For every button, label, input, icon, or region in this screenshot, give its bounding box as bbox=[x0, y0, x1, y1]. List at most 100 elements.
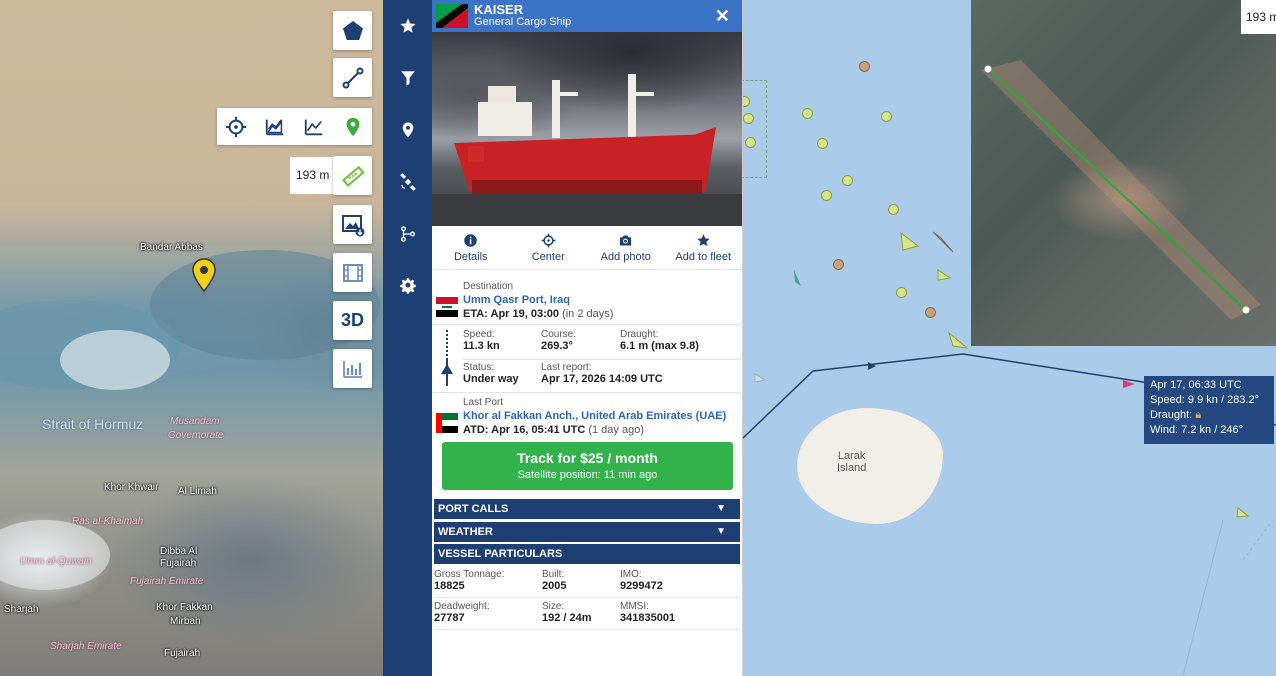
destination-link[interactable]: Umm Qasr Port, Iraq bbox=[463, 294, 570, 306]
gross-tonnage-value: 18825 bbox=[434, 580, 465, 592]
vessel-actions: Details Center Add photo Add to fleet bbox=[432, 226, 742, 270]
destination-section: Destination Umm Qasr Port, Iraq ETA: Apr… bbox=[432, 277, 743, 325]
tooltip-speed: Speed: 9.9 kn / 283.2° bbox=[1150, 394, 1259, 406]
crosshair-button[interactable] bbox=[225, 116, 247, 138]
film-icon bbox=[342, 263, 363, 282]
vessel-marker[interactable] bbox=[859, 61, 870, 72]
add-photo-label: Add photo bbox=[600, 250, 651, 263]
vessel-marker[interactable] bbox=[888, 204, 899, 215]
map-pin-icon bbox=[402, 122, 413, 138]
track-point-tooltip: Apr 17, 06:33 UTC Speed: 9.9 kn / 283.2°… bbox=[1144, 376, 1274, 444]
film-button[interactable] bbox=[333, 253, 372, 292]
sidebar bbox=[383, 0, 432, 676]
vessel-marker[interactable] bbox=[745, 137, 756, 148]
vessel-marker[interactable] bbox=[881, 111, 892, 122]
gross-tonnage-label: Gross Tonnage: bbox=[434, 569, 505, 580]
vessel-marker[interactable] bbox=[743, 113, 754, 124]
measure-line-button[interactable] bbox=[333, 58, 372, 97]
sidebar-item-ports[interactable] bbox=[383, 104, 432, 156]
speed-label: Speed: bbox=[463, 329, 495, 340]
vessel-particulars-section[interactable]: VESSEL PARTICULARS bbox=[434, 544, 740, 564]
map-label-fujairah: Fujairah bbox=[160, 558, 197, 569]
map-label-fujairah-emirate: Fujairah Emirate bbox=[130, 576, 204, 587]
crosshair-icon bbox=[226, 116, 247, 137]
vessel-marker[interactable] bbox=[842, 175, 853, 186]
filter-icon bbox=[400, 71, 415, 86]
map-label-umm-al-quwain: Umm al-Quwain bbox=[20, 556, 92, 567]
route-icon bbox=[400, 226, 415, 242]
larak-island bbox=[797, 408, 943, 524]
close-icon[interactable]: ✕ bbox=[715, 6, 730, 27]
map-label-dibba: Dibba Al bbox=[160, 546, 198, 557]
vessel-marker[interactable] bbox=[802, 108, 813, 119]
vessel-marker[interactable] bbox=[896, 287, 907, 298]
statistics-button[interactable] bbox=[333, 349, 372, 388]
vessel-map[interactable]: Larak Island 193 m Apr 17, 06:33 UTC Spe… bbox=[743, 0, 1276, 676]
atd-label: ATD: bbox=[463, 424, 489, 436]
sidebar-item-settings[interactable] bbox=[383, 260, 432, 312]
satellite-map[interactable]: Bandar Abbas Strait of Hormuz Musandam G… bbox=[0, 0, 383, 676]
map-label-bandar-abbas: Bandar Abbas bbox=[140, 242, 203, 253]
vessel-type: General Cargo Ship bbox=[474, 16, 572, 28]
map-label-ras-al-khaimah: Ras al-Khaimah bbox=[72, 516, 144, 527]
flag-uae-icon bbox=[436, 413, 458, 433]
map-label-khor-fakkan: Khor Fakkan bbox=[156, 602, 213, 613]
course-value: 269.3° bbox=[541, 340, 573, 352]
satellite-image-overlay[interactable] bbox=[971, 0, 1276, 346]
map-label-mirbah: Mirbah bbox=[170, 616, 201, 627]
sidebar-item-routes[interactable] bbox=[383, 208, 432, 260]
sidebar-item-satellite[interactable] bbox=[383, 156, 432, 208]
status-value: Under way bbox=[463, 373, 519, 385]
line-chart-button[interactable] bbox=[303, 116, 325, 138]
3d-label: 3D bbox=[340, 310, 364, 330]
sidebar-item-filter[interactable] bbox=[383, 52, 432, 104]
vessel-name: KAISER bbox=[474, 2, 524, 17]
port-calls-title: PORT CALLS bbox=[438, 503, 509, 515]
draw-polygon-button[interactable] bbox=[333, 11, 372, 50]
vessel-photo[interactable] bbox=[432, 32, 742, 226]
details-button[interactable]: Details bbox=[432, 226, 510, 269]
crosshair-icon bbox=[541, 233, 556, 247]
camera-icon bbox=[620, 235, 632, 245]
vessel-marker[interactable] bbox=[925, 307, 936, 318]
center-button[interactable]: Center bbox=[510, 226, 588, 269]
3d-view-button[interactable]: 3D bbox=[333, 301, 372, 340]
map-label-governorate: Governorate bbox=[168, 430, 224, 441]
weather-title: WEATHER bbox=[438, 526, 493, 538]
vessel-header: KAISER General Cargo Ship ✕ bbox=[432, 0, 742, 32]
vessel-panel: KAISER General Cargo Ship ✕ Details Cent… bbox=[432, 0, 743, 676]
center-label: Center bbox=[531, 250, 565, 263]
add-photo-button[interactable]: Add photo bbox=[587, 226, 665, 269]
vessel-marker[interactable] bbox=[817, 138, 828, 149]
sidebar-item-favorites[interactable] bbox=[383, 0, 432, 52]
eta: ETA: Apr 19, 03:00 (in 2 days) bbox=[463, 308, 613, 320]
draught-value: 6.1 m (max 9.8) bbox=[620, 340, 699, 352]
clouds bbox=[60, 330, 170, 390]
details-label: Details bbox=[453, 250, 488, 263]
map-label-musandam: Musandam bbox=[170, 416, 220, 427]
info-icon bbox=[464, 233, 477, 247]
vessel-location-pin-icon[interactable] bbox=[192, 258, 216, 292]
area-chart-button[interactable] bbox=[264, 116, 286, 138]
distance-readout-right: 193 m bbox=[1241, 0, 1276, 34]
vessel-marker[interactable] bbox=[821, 190, 832, 201]
location-button[interactable] bbox=[342, 116, 364, 138]
track-button[interactable]: Track for $25 / month Satellite position… bbox=[442, 442, 733, 490]
ruler-icon bbox=[341, 165, 365, 187]
chevron-down-icon: ▼ bbox=[716, 526, 726, 537]
last-port-link[interactable]: Khor al Fakkan Anch., United Arab Emirat… bbox=[463, 410, 726, 422]
port-calls-section[interactable]: PORT CALLS ▼ bbox=[434, 499, 740, 519]
ruler-button[interactable] bbox=[333, 156, 372, 195]
tooltip-wind: Wind: 7.2 kn / 246° bbox=[1150, 424, 1244, 436]
flag-saint-kitts-icon bbox=[436, 4, 468, 28]
add-to-fleet-button[interactable]: Add to fleet bbox=[665, 226, 743, 269]
map-label-sharjah: Sharjah bbox=[4, 604, 39, 615]
vessel-marker[interactable] bbox=[833, 259, 844, 270]
size-value: 192 / 24m bbox=[542, 612, 592, 624]
satellite-icon bbox=[399, 173, 416, 191]
image-download-button[interactable] bbox=[333, 205, 372, 244]
weather-section[interactable]: WEATHER ▼ bbox=[434, 522, 740, 542]
gear-icon bbox=[399, 277, 416, 294]
track-title: Track for $25 / month bbox=[517, 450, 658, 466]
particulars-title: VESSEL PARTICULARS bbox=[438, 548, 563, 560]
